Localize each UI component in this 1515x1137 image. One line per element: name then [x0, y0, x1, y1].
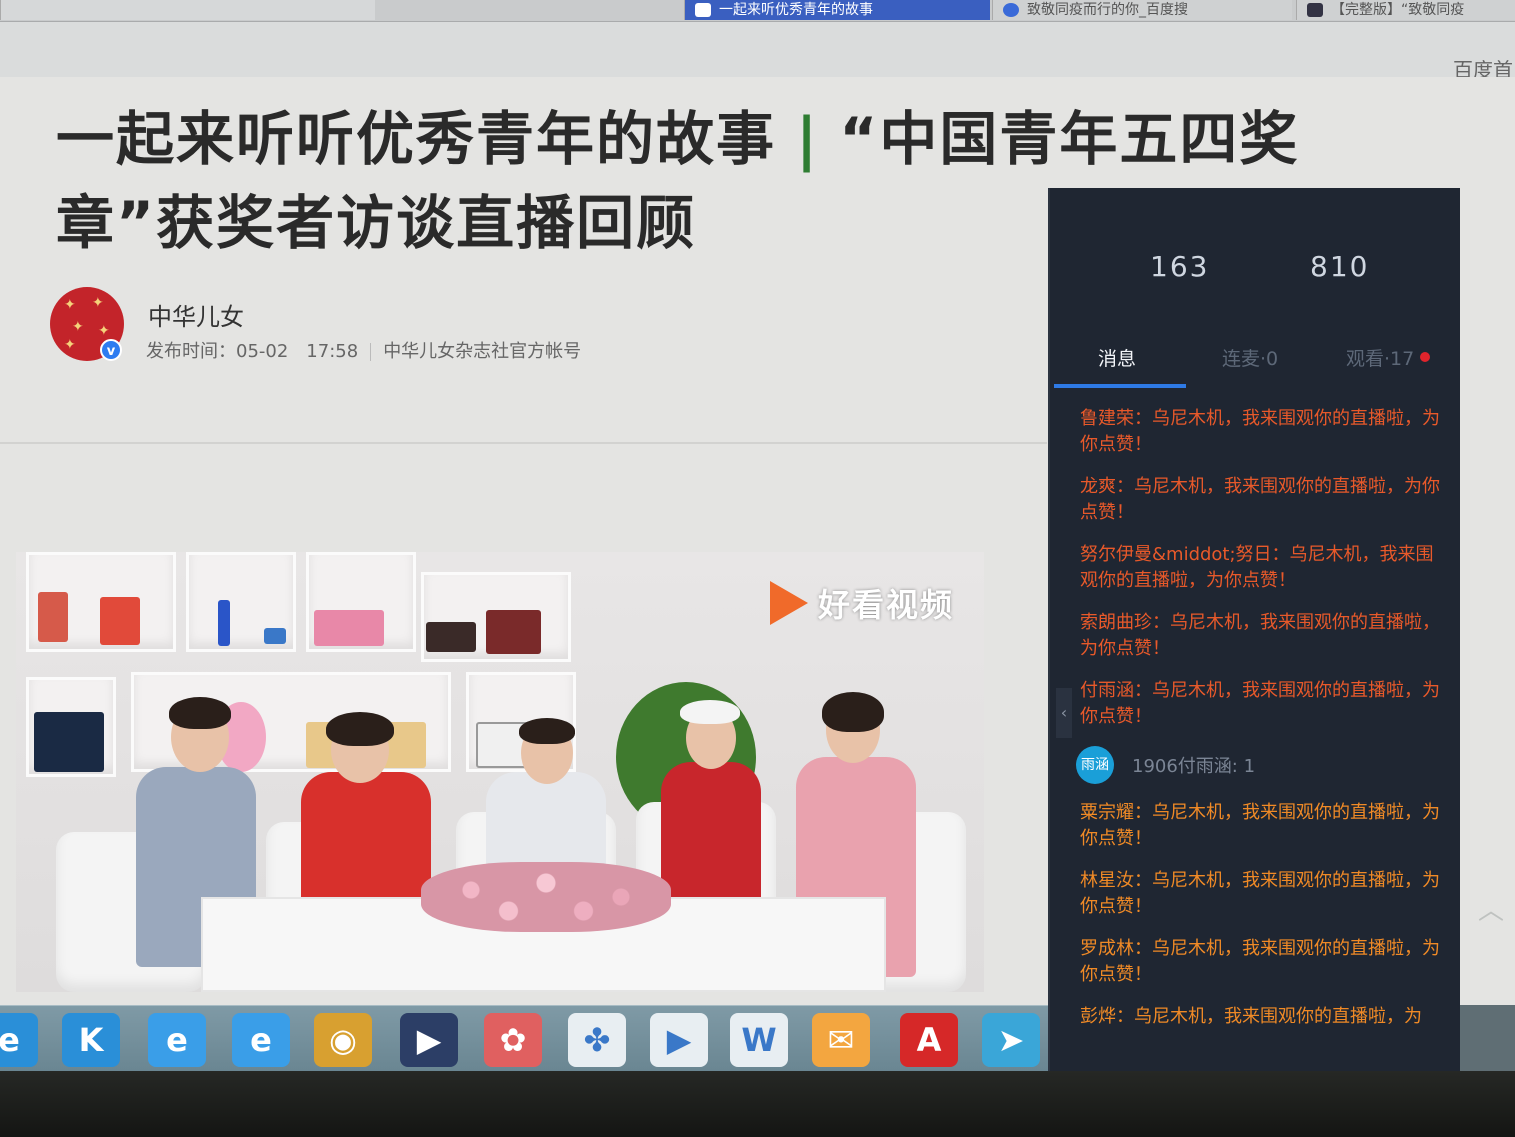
windows-taskbar: e Ke e ◉ ▶ ✿ ✤ ▶ W ✉ A ➤ [0, 1005, 1048, 1071]
shelf-item [426, 622, 476, 652]
haokan-play-icon [770, 581, 808, 625]
tab-viewers[interactable]: 观看·17 [1346, 344, 1414, 371]
send-icon[interactable]: ➤ [982, 1013, 1040, 1067]
article-meta: 发布时间：05-02 17:58 中华儿女杂志社官方帐号 [146, 337, 581, 363]
shelf-item [264, 628, 286, 644]
notification-dot [1420, 352, 1430, 362]
player-icon[interactable]: ▶ [650, 1013, 708, 1067]
meta-divider [370, 343, 372, 361]
chat-message: 龙爽：乌尼木机，我来围观你的直播啦，为你点赞！ [1080, 476, 1440, 523]
shelf-item [218, 600, 230, 646]
chat-message-list: 鲁建荣：乌尼木机，我来围观你的直播啦，为你点赞！ 龙爽：乌尼木机，我来围观你的直… [1076, 406, 1446, 1046]
kugou-icon-glyph: K [78, 1021, 104, 1059]
tab-label: 【完整版】“致敬同疫 [1331, 2, 1465, 18]
browser-toolbar: 百度首 [0, 22, 1515, 82]
shelf-item [486, 610, 541, 654]
ie-icon-2[interactable]: e [232, 1013, 290, 1067]
title-part-1: 一起来听听优秀青年的故事 [56, 105, 777, 173]
browser-tab-video[interactable]: 【完整版】“致敬同疫 [1296, 0, 1515, 20]
browser-tab-active[interactable]: 一起来听优秀青年的故事 [684, 0, 990, 20]
user-avatar[interactable]: 雨涵 [1076, 746, 1114, 784]
stat-left: 163 [1150, 250, 1210, 283]
tab-co-host[interactable]: 连麦·0 [1222, 344, 1278, 371]
video-camera-icon-glyph: ▶ [416, 1021, 442, 1059]
cloud-icon-glyph: ✤ [583, 1021, 611, 1059]
word-icon-glyph: W [741, 1021, 777, 1059]
chat-message: 努尔伊曼&middot;努日：乌尼木机，我来围观你的直播啦，为你点赞！ [1080, 544, 1434, 591]
divider [0, 442, 1047, 444]
player-icon-glyph: ▶ [666, 1021, 692, 1059]
video-camera-icon[interactable]: ▶ [400, 1013, 458, 1067]
stat-right: 810 [1310, 250, 1370, 283]
pinwheel-icon-glyph: ✿ [499, 1021, 527, 1059]
user-comment-row: 雨涵 1906付雨涵: 1 [1076, 746, 1446, 786]
shelf-item [100, 597, 140, 645]
kugou-icon[interactable]: K [62, 1013, 120, 1067]
chrome-icon-glyph: ◉ [329, 1021, 357, 1059]
star-icon: ✦ [92, 295, 104, 311]
chat-message: 鲁建荣：乌尼木机，我来围观你的直播啦，为你点赞！ [1080, 408, 1440, 455]
video-player[interactable]: 好看视频 [16, 552, 984, 992]
cloud-icon[interactable]: ✤ [568, 1013, 626, 1067]
baidu-paw-icon [1003, 3, 1019, 17]
chrome-icon[interactable]: ◉ [314, 1013, 372, 1067]
flower-arrangement [421, 862, 671, 932]
wechat-icon-glyph: ✉ [827, 1021, 855, 1059]
star-icon: ✦ [64, 297, 76, 313]
shelf-item [34, 712, 104, 772]
page-icon [695, 3, 711, 17]
browser-tab-strip: 一起来听优秀青年的故事 致敬同疫而行的你_百度搜 【完整版】“致敬同疫 [0, 0, 1515, 22]
user-comment: 1906付雨涵: 1 [1132, 756, 1256, 777]
chat-message: 付雨涵：乌尼木机，我来围观你的直播啦，为你点赞！ [1080, 680, 1440, 727]
title-separator: | [796, 105, 820, 173]
ie-partial-icon[interactable]: e [0, 1013, 38, 1067]
chat-message: 彭烨：乌尼木机，我来围观你的直播啦，为 [1080, 1006, 1422, 1027]
live-stats: 163 810 [1050, 250, 1462, 290]
collapse-panel-button[interactable]: ‹ [1056, 688, 1072, 738]
star-icon: ✦ [98, 323, 110, 339]
logo-text: 好看视频 [818, 586, 955, 624]
pdf-icon[interactable]: A [900, 1013, 958, 1067]
wechat-icon[interactable]: ✉ [812, 1013, 870, 1067]
shelf-item [38, 592, 68, 642]
verified-badge-icon: v [100, 339, 122, 361]
tab-label: 致敬同疫而行的你_百度搜 [1027, 2, 1188, 18]
browser-tab-1[interactable] [0, 0, 375, 20]
word-icon[interactable]: W [730, 1013, 788, 1067]
ie-icon-glyph: e [166, 1021, 188, 1059]
bilibili-tv-icon [1307, 3, 1323, 17]
star-icon: ✦ [72, 319, 84, 335]
chat-message: 索朗曲珍：乌尼木机，我来围观你的直播啦，为你点赞！ [1080, 612, 1440, 659]
browser-tab-baidu-search[interactable]: 致敬同疫而行的你_百度搜 [992, 0, 1292, 20]
account-description: 中华儿女杂志社官方帐号 [383, 341, 582, 362]
star-icon: ✦ [64, 337, 76, 353]
tab-label: 一起来听优秀青年的故事 [719, 2, 873, 18]
send-icon-glyph: ➤ [997, 1021, 1025, 1059]
chat-tabs: 消息 连麦·0 观看·17 [1050, 338, 1462, 390]
ie-icon[interactable]: e [148, 1013, 206, 1067]
active-tab-indicator [1054, 384, 1186, 388]
taskbar-tray [1460, 1005, 1515, 1071]
pdf-icon-glyph: A [916, 1021, 942, 1059]
author-name[interactable]: 中华儿女 [148, 297, 244, 332]
ie-partial-icon-glyph: e [0, 1021, 20, 1059]
chat-message: 林星汝：乌尼木机，我来围观你的直播啦，为你点赞！ [1080, 870, 1440, 917]
pinwheel-icon[interactable]: ✿ [484, 1013, 542, 1067]
shelf-item [314, 610, 384, 646]
monitor-bezel [0, 1071, 1515, 1137]
ie-icon-2-glyph: e [250, 1021, 272, 1059]
publish-time: 发布时间：05-02 17:58 [146, 341, 359, 362]
video-platform-logo: 好看视频 [770, 580, 954, 626]
tab-messages[interactable]: 消息 [1098, 344, 1136, 371]
chat-message: 罗成林：乌尼木机，我来围观你的直播啦，为你点赞！ [1080, 938, 1440, 985]
chat-message: 粟宗耀：乌尼木机，我来围观你的直播啦，为你点赞！ [1080, 802, 1440, 849]
live-chat-panel: 163 810 消息 连麦·0 观看·17 ‹ 鲁建荣：乌尼木机，我来围观你的直… [1048, 188, 1460, 1073]
scroll-to-top-icon[interactable]: ︿ [1478, 890, 1508, 926]
